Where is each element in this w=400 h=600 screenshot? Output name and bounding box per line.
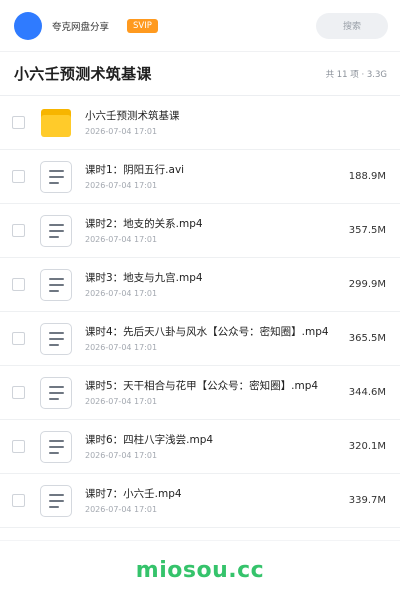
row-checkbox[interactable] — [12, 332, 25, 345]
file-date: 2026-07-04 17:01 — [85, 180, 158, 190]
row-thumbnail — [39, 214, 73, 248]
top-bar: 夸克网盘分享 SVIP 搜索 — [0, 0, 400, 52]
footer: miosou.cc — [0, 540, 400, 600]
document-icon — [40, 376, 72, 409]
file-row[interactable]: 课时5：天干相合与花甲【公众号：密知圈】.mp4 2026-07-04 17:01… — [0, 366, 400, 420]
file-date: 2026-07-04 17:01 — [85, 234, 158, 244]
file-size: 344.6M — [348, 387, 386, 398]
row-thumbnail — [39, 106, 73, 140]
file-name: 课时1：阴阳五行.avi — [85, 163, 185, 176]
file-date: 2026-07-04 17:01 — [85, 504, 158, 514]
file-name: 课时7：小六壬.mp4 — [85, 487, 182, 500]
file-name: 课时2：地支的关系.mp4 — [85, 217, 203, 230]
file-row[interactable]: 课时2：地支的关系.mp4 2026-07-04 17:01 357.5M — [0, 204, 400, 258]
search-input[interactable]: 搜索 — [316, 12, 388, 39]
row-meta: 课时3：地支与九宫.mp4 2026-07-04 17:01 — [85, 271, 343, 299]
file-row[interactable]: 课时1：阴阳五行.avi 2026-07-04 17:01 188.9M — [0, 150, 400, 204]
file-summary: 共 11 项 · 3.3G — [325, 69, 387, 80]
row-checkbox[interactable] — [12, 224, 25, 237]
file-size: 365.5M — [348, 333, 386, 344]
file-date: 2026-07-04 17:01 — [85, 288, 158, 298]
file-name: 小六壬预测术筑基课 — [85, 109, 180, 122]
file-row[interactable]: 课时3：地支与九宫.mp4 2026-07-04 17:01 299.9M — [0, 258, 400, 312]
sharer-name: 夸克网盘分享 — [52, 21, 110, 33]
file-name: 课时6：四柱八字浅尝.mp4 — [85, 433, 214, 446]
document-icon — [40, 322, 72, 355]
row-thumbnail — [39, 430, 73, 464]
row-checkbox[interactable] — [12, 278, 25, 291]
row-checkbox[interactable] — [12, 494, 25, 507]
folder-row[interactable]: 小六壬预测术筑基课 2026-07-04 17:01 — [0, 96, 400, 150]
row-meta: 课时2：地支的关系.mp4 2026-07-04 17:01 — [85, 217, 343, 245]
file-size: 357.5M — [348, 225, 386, 236]
document-icon — [40, 214, 72, 247]
document-icon — [40, 160, 72, 193]
file-name: 课时3：地支与九宫.mp4 — [85, 271, 203, 284]
file-size: 299.9M — [348, 279, 386, 290]
file-name: 课时5：天干相合与花甲【公众号：密知圈】.mp4 — [85, 379, 319, 392]
file-name: 课时4：先后天八卦与风水【公众号：密知圈】.mp4 — [85, 325, 329, 338]
search-placeholder: 搜索 — [342, 22, 361, 32]
row-meta: 课时4：先后天八卦与风水【公众号：密知圈】.mp4 2026-07-04 17:0… — [85, 325, 343, 353]
row-thumbnail — [39, 322, 73, 356]
file-date: 2026-07-04 17:01 — [85, 396, 158, 406]
file-size: 320.1M — [348, 441, 386, 452]
document-icon — [40, 268, 72, 301]
file-row[interactable]: 课时6：四柱八字浅尝.mp4 2026-07-04 17:01 320.1M — [0, 420, 400, 474]
row-checkbox[interactable] — [12, 116, 25, 129]
file-date: 2026-07-04 17:01 — [85, 450, 158, 460]
file-list: 小六壬预测术筑基课 2026-07-04 17:01 课时1：阴阳五行.avi 202… — [0, 96, 400, 528]
watermark-logo: miosou.cc — [135, 558, 265, 583]
row-thumbnail — [39, 484, 73, 518]
file-date: 2026-07-04 17:01 — [85, 126, 158, 136]
file-date: 2026-07-04 17:01 — [85, 342, 158, 352]
row-meta: 课时5：天干相合与花甲【公众号：密知圈】.mp4 2026-07-04 17:01 — [85, 379, 343, 407]
share-page: 夸克网盘分享 SVIP 搜索 小六壬预测术筑基课 共 11 项 · 3.3G 小… — [0, 0, 400, 600]
folder-header: 小六壬预测术筑基课 共 11 项 · 3.3G — [0, 52, 400, 96]
row-thumbnail — [39, 160, 73, 194]
file-size: 339.7M — [348, 495, 386, 506]
row-thumbnail — [39, 268, 73, 302]
row-meta: 课时7：小六壬.mp4 2026-07-04 17:01 — [85, 487, 343, 515]
row-thumbnail — [39, 376, 73, 410]
row-checkbox[interactable] — [12, 170, 25, 183]
file-row[interactable]: 课时7：小六壬.mp4 2026-07-04 17:01 339.7M — [0, 474, 400, 528]
document-icon — [40, 484, 72, 517]
document-icon — [40, 430, 72, 463]
row-meta: 小六壬预测术筑基课 2026-07-04 17:01 — [85, 109, 386, 137]
file-size: 188.9M — [348, 171, 386, 182]
row-meta: 课时6：四柱八字浅尝.mp4 2026-07-04 17:01 — [85, 433, 343, 461]
row-meta: 课时1：阴阳五行.avi 2026-07-04 17:01 — [85, 163, 343, 191]
row-checkbox[interactable] — [12, 440, 25, 453]
avatar[interactable] — [14, 11, 42, 40]
row-checkbox[interactable] — [12, 386, 25, 399]
file-row[interactable]: 课时4：先后天八卦与风水【公众号：密知圈】.mp4 2026-07-04 17:0… — [0, 312, 400, 366]
folder-icon — [41, 108, 71, 137]
page-title: 小六壬预测术筑基课 — [14, 65, 152, 83]
svip-badge: SVIP — [127, 18, 158, 33]
